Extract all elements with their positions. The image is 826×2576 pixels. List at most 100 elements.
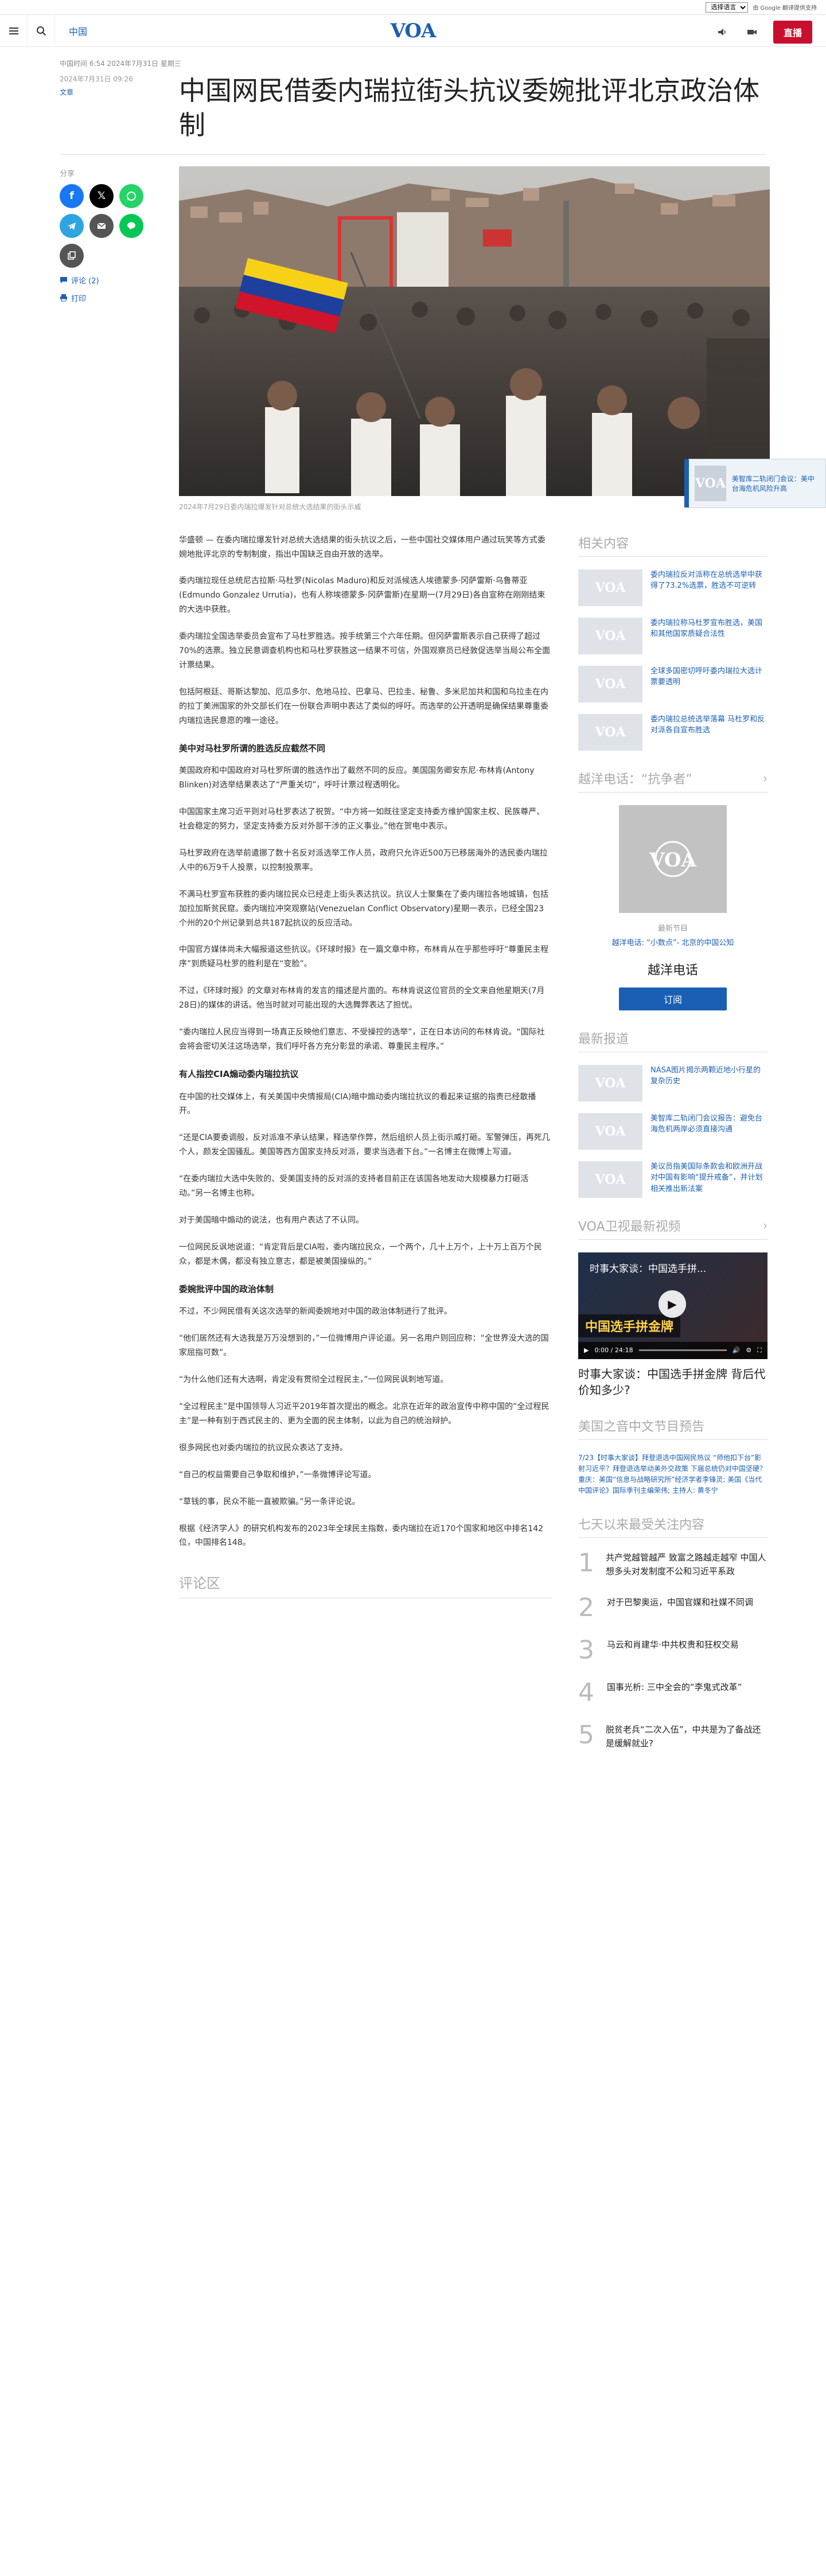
article-category-link[interactable]: 文章 — [60, 87, 174, 97]
audio-button[interactable] — [714, 24, 731, 41]
latest-item-title: 美议员指美国际条款会和欧洲开战对中国有影响“提升戒备”，并计划相关推出新法案 — [650, 1162, 763, 1193]
related-item[interactable]: VOA 委内瑞拉称马杜罗宣布胜选，美国和其他国家质疑合法性 — [578, 617, 767, 654]
article-paragraph: 委内瑞拉全国选举委员会宣布了马杜罗胜选。按手统第三个六年任期。但冈萨雷斯表示自己… — [179, 632, 551, 670]
latest-item[interactable]: VOA NASA图片揭示两颗近地小行星的复杂历史 — [578, 1064, 767, 1102]
popular-item[interactable]: 3 马云和肖建华·中共权贵和狂权交易 — [578, 1638, 767, 1663]
latest-item[interactable]: VOA 美智库二轨闭门会议报告：避免台海危机两岸必须直接沟通 — [578, 1113, 767, 1150]
article-paragraph: “他们居然还有大选我是万万没想到的，”一位微博用户评论道。另一名用户则回应称：“… — [179, 1334, 549, 1358]
whatsapp-icon — [127, 191, 136, 201]
x-icon: 𝕏 — [97, 190, 106, 202]
popular-item[interactable]: 4 国事光析: 三中全会的“李鬼式改革” — [578, 1680, 767, 1705]
sidebar: 相关内容 VOA 委内瑞拉反对派称在总统选举中获得了73.2%选票，胜选不可逆转 V… — [578, 533, 767, 1768]
line-share-button[interactable] — [119, 213, 143, 238]
article-paragraph: “在委内瑞拉大选中失败的、受美国支持的反对派的支持者目前正在该国各地发动大规模暴… — [179, 1174, 529, 1199]
copy-link-button[interactable] — [60, 243, 84, 268]
print-icon — [60, 294, 67, 302]
thumbnail-image: VOA — [578, 1064, 642, 1102]
podcast-heading-label: 越洋电话：“抗争者” — [578, 772, 692, 787]
play-button[interactable]: ▶ — [659, 1290, 686, 1318]
video-heading-link[interactable]: VOA卫视最新视频 › — [578, 1216, 767, 1240]
search-icon — [36, 26, 46, 36]
thumbnail-image: VOA — [578, 617, 642, 654]
floating-promo[interactable]: VOA 美智库二轨闭门会议：美中台海危机风险升高 — [684, 458, 826, 508]
subscribe-button[interactable]: 订阅 — [619, 987, 727, 1010]
telegram-icon — [68, 222, 76, 230]
translate-credit: 由 Google 翻译提供支持 — [753, 5, 817, 11]
comment-icon — [60, 277, 67, 284]
video-banner: 中国选手拼金牌 — [578, 1314, 681, 1337]
latest-heading: 最新报道 — [578, 1029, 767, 1052]
settings-icon[interactable]: ⚙ — [746, 1346, 751, 1354]
schedule-heading: 美国之音中文节目预告 — [578, 1416, 767, 1440]
podcast-heading-link[interactable]: 越洋电话：“抗争者” › — [578, 769, 767, 793]
podcast-episode-link[interactable]: 越洋电话: “小数点”- 北京的中国公知 — [578, 936, 767, 947]
menu-button[interactable] — [0, 14, 28, 47]
article-paragraph: 委内瑞拉现任总统尼古拉斯·马杜罗(Nicolas Maduro)和反对派候选人埃… — [179, 576, 546, 615]
article-paragraph: 对于美国暗中煽动的说法，也有用户表达了不认同。 — [179, 1215, 364, 1225]
line-icon — [127, 222, 135, 230]
related-item[interactable]: VOA 全球多国密切呼吁委内瑞拉大选计票要透明 — [578, 665, 767, 702]
article-paragraph: 很多网民也对委内瑞拉的抗议民众表达了支持。 — [179, 1443, 348, 1453]
print-link[interactable]: 打印 — [60, 292, 169, 303]
thumbnail-image: VOA — [578, 569, 642, 606]
article-paragraph: 美国政府和中国政府对马杜罗所谓的胜选作出了截然不同的反应。美国国务卿安东尼·布林… — [179, 766, 535, 790]
podcast-section: 越洋电话：“抗争者” › VOA 最新节目 越洋电话: “小数点”- 北京的中国… — [578, 769, 767, 1010]
live-button[interactable]: 直播 — [773, 21, 812, 44]
volume-icon[interactable]: 🔊 — [733, 1346, 741, 1354]
article-paragraph: 中国国家主席习近平则对马杜罗表达了祝贺。“中方将一如既往坚定支持委方维护国家主权… — [179, 807, 545, 831]
language-select[interactable]: 选择语言 — [706, 2, 749, 13]
article-paragraph: “为什么他们还有大选啊，肯定没有贯彻全过程民主，”一位网民讽刺地写道。 — [179, 1375, 449, 1385]
protest-crowd-photo — [179, 166, 770, 496]
small-play-icon[interactable]: ▶ — [584, 1346, 589, 1354]
latest-list: VOA NASA图片揭示两颗近地小行星的复杂历史 VOA 美智库二轨闭门会议报告：避免… — [578, 1064, 767, 1198]
facebook-share-button[interactable]: f — [60, 184, 84, 208]
video-button[interactable] — [743, 24, 761, 41]
related-item-title: 委内瑞拉总统选举落幕 马杜罗和反对派各自宣布胜选 — [650, 715, 765, 735]
whatsapp-share-button[interactable] — [119, 184, 143, 208]
latest-item-title: 美智库二轨闭门会议报告：避免台海危机两岸必须直接沟通 — [650, 1114, 763, 1134]
popular-item[interactable]: 5 脱贫老兵“二次入伍”，中共是为了备战还是缓解就业? — [578, 1723, 767, 1750]
fullscreen-icon[interactable]: ⛶ — [757, 1346, 762, 1355]
podcast-cover[interactable]: VOA — [619, 805, 727, 913]
article-timestamp: 2024年7月31日 09:26 — [60, 75, 133, 83]
article-paragraph: 不过，《环球时报》的文章对布林肯的发言的描述是片面的。布林肯说这位官员的全文来自… — [179, 986, 545, 1010]
related-item[interactable]: VOA 委内瑞拉总统选举落幕 马杜罗和反对派各自宣布胜选 — [578, 713, 767, 751]
video-progress-bar[interactable] — [638, 1349, 727, 1352]
article-paragraph: 一位网民反讽地说道：“肯定背后是CIA啦，委内瑞拉民众，一个两个，几十上万个，上… — [179, 1242, 542, 1266]
related-item[interactable]: VOA 委内瑞拉反对派称在总统选举中获得了73.2%选票，胜选不可逆转 — [578, 569, 767, 606]
comments-link[interactable]: 评论 (2) — [60, 275, 169, 286]
popular-section: 七天以来最受关注内容 1 共产党越管越严 致富之路越走越窄 中国人想多头对发制度不… — [578, 1515, 767, 1750]
article-title: 中国网民借委内瑞拉街头抗议委婉批评北京政治体制 — [179, 75, 759, 140]
email-share-button[interactable] — [89, 213, 114, 238]
latest-item[interactable]: VOA 美议员指美国际条款会和欧洲开战对中国有影响“提升戒备”，并计划相关推出新法… — [578, 1161, 767, 1198]
related-heading: 相关内容 — [578, 533, 767, 557]
popular-list: 1 共产党越管越严 致富之路越走越窄 中国人想多头对发制度不公和习近平系政 2 对于巴… — [578, 1551, 767, 1750]
popular-item[interactable]: 2 对于巴黎奥运，中国官媒和社媒不同调 — [578, 1595, 767, 1621]
article-paragraph: 中国官方媒体尚未大幅报道这些抗议。《环球时报》在一篇文章中称，布林肯从在乎那些呼… — [179, 945, 549, 969]
top-strip: 选择语言 由 Google 翻译提供支持 — [0, 0, 826, 15]
video-player[interactable]: 时事大家谈：中国选手拼... 中国选手拼金牌 ▶ ▶ 0:00 / 24:18 … — [578, 1252, 767, 1359]
article-paragraph: “还是CIA要委调般，反对派准不承认结果，释选举作弊，然后组织人员上街示威打砸。… — [179, 1133, 550, 1157]
related-item-title: 委内瑞拉反对派称在总统选举中获得了73.2%选票，胜选不可逆转 — [650, 570, 763, 591]
x-share-button[interactable]: 𝕏 — [89, 184, 114, 208]
video-controls: ▶ 0:00 / 24:18 🔊 ⚙ ⛶ — [578, 1341, 767, 1359]
section-link[interactable]: 中国 — [55, 24, 101, 38]
thumbnail-image: VOA — [578, 1161, 642, 1198]
search-button[interactable] — [28, 14, 55, 47]
voa-logo[interactable]: VOA — [384, 19, 442, 42]
article-paragraph: “全过程民主”是中国领导人习近平2019年首次提出的概念。北京在近年的政治宣传中… — [179, 1402, 550, 1426]
video-camera-icon — [747, 30, 757, 34]
comments-link-label: 评论 (2) — [71, 276, 99, 286]
article-paragraph: 不满马杜罗宣布获胜的委内瑞拉民众已经走上街头表达抗议。抗议人士聚集在了委内瑞拉各… — [179, 889, 548, 928]
telegram-share-button[interactable] — [60, 213, 84, 238]
article-paragraph: 包括阿根廷、哥斯达黎加、厄瓜多尔、危地马拉、巴拿马、巴拉圭、秘鲁、多米尼加共和国… — [179, 687, 548, 725]
title-divider — [60, 154, 766, 155]
article-paragraph: 华盛顿 — 在委内瑞拉爆发针对总统大选结果的街头抗议之后，一些中国社交媒体用户通… — [179, 535, 546, 559]
popular-title: 对于巴黎奥运，中国官媒和社媒不同调 — [607, 1597, 754, 1608]
video-caption-link[interactable]: 时事大家谈：中国选手拼金牌 背后代价知多少? — [578, 1366, 767, 1398]
schedule-heading-label: 美国之音中文节目预告 — [578, 1419, 705, 1434]
popular-item[interactable]: 1 共产党越管越严 致富之路越走越窄 中国人想多头对发制度不公和习近平系政 — [578, 1551, 767, 1578]
schedule-text[interactable]: 7/23【时事大家谈】拜登退选中国网民热议 “师他扣下台”影射习近平？拜登退选举… — [578, 1453, 767, 1497]
related-list: VOA 委内瑞拉反对派称在总统选举中获得了73.2%选票，胜选不可逆转 VOA 委内瑞… — [578, 569, 767, 751]
popular-heading: 七天以来最受关注内容 — [578, 1515, 767, 1539]
